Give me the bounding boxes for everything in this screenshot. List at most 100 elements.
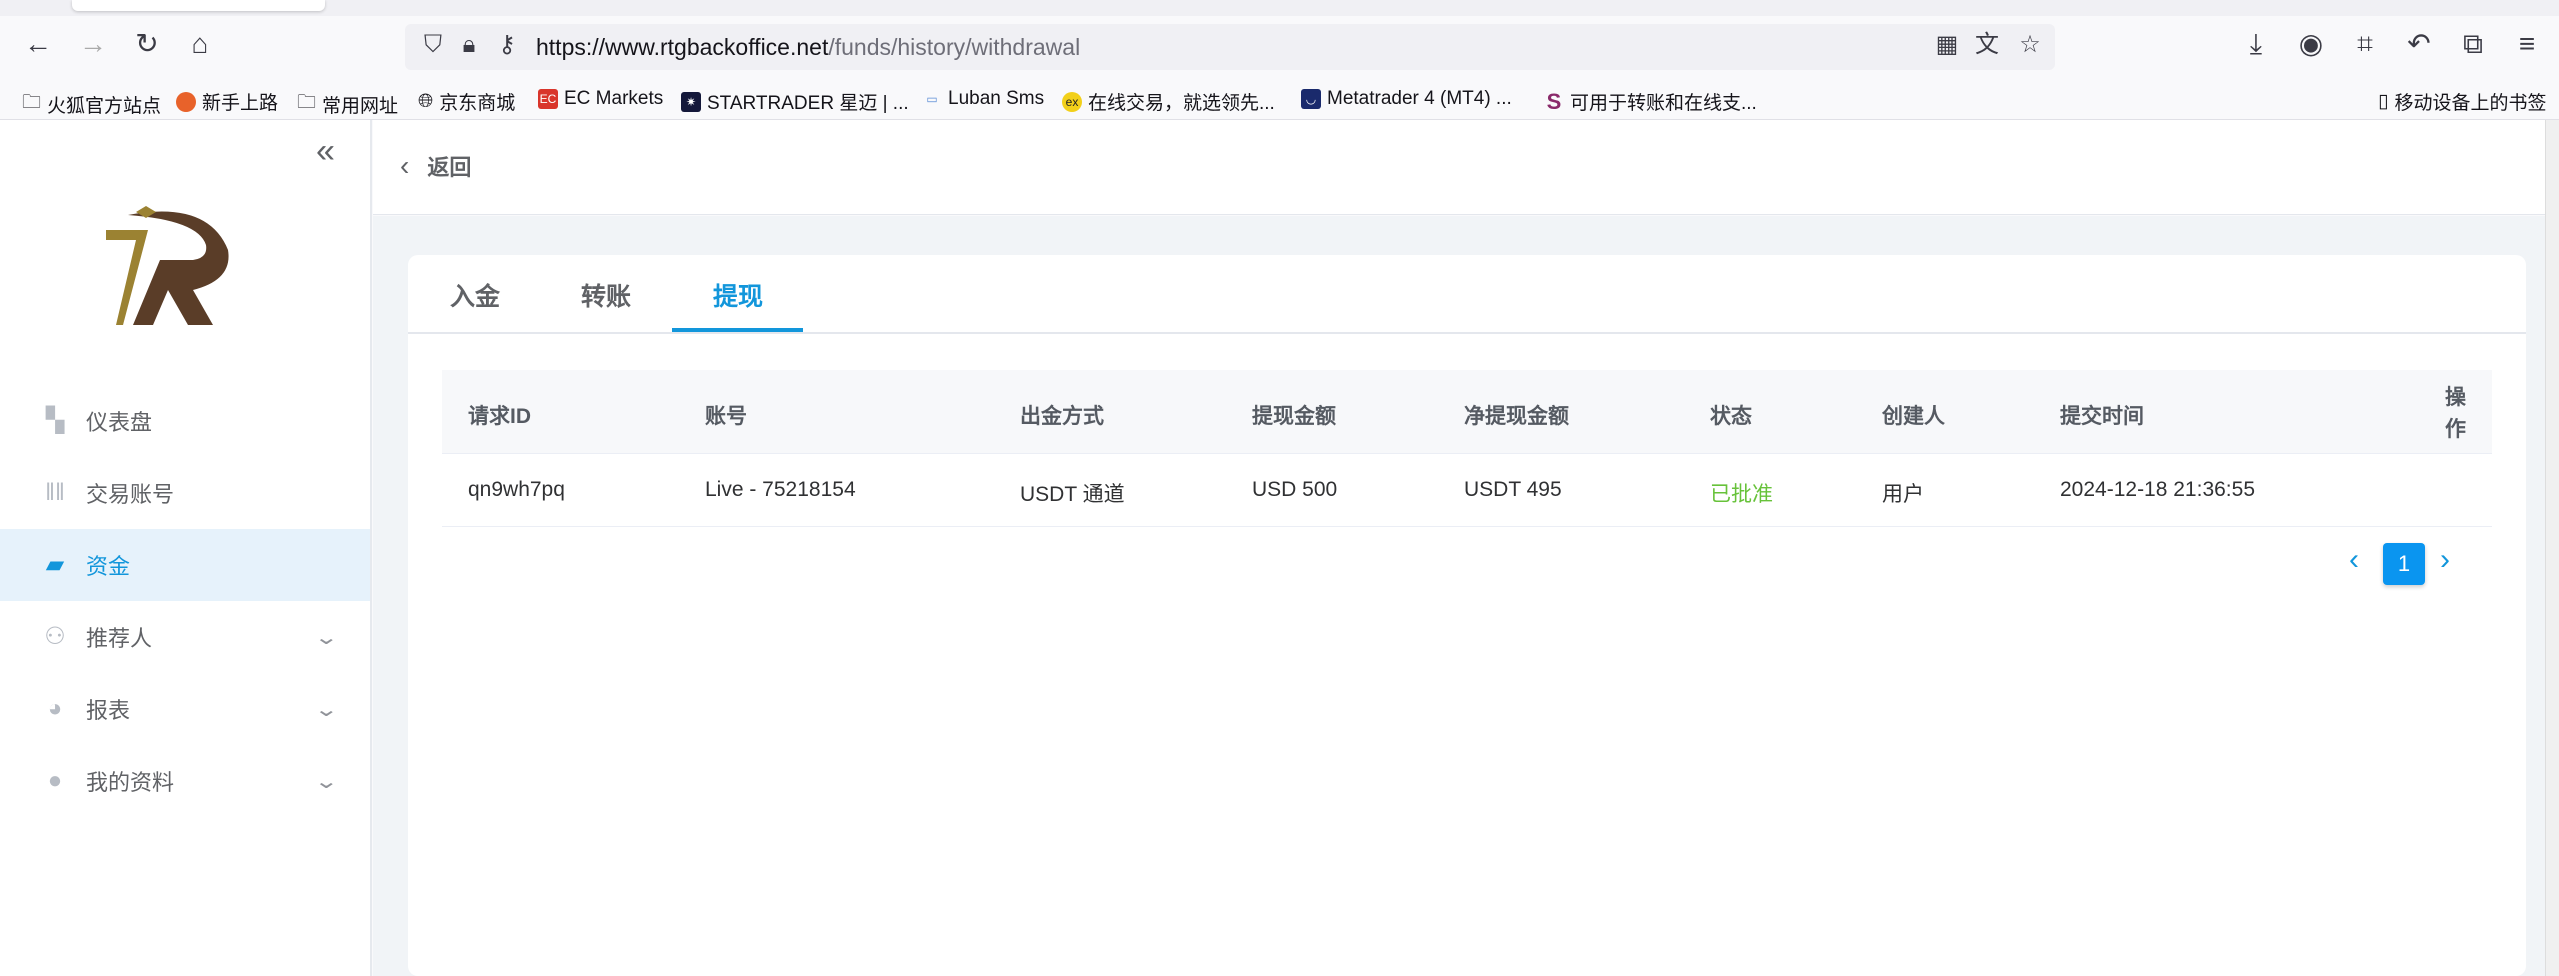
request-id: qn9wh7pq <box>468 478 565 501</box>
tab-transfer[interactable]: 转账 <box>581 277 631 313</box>
star-icon[interactable]: ☆ <box>2010 33 2050 57</box>
lock-icon[interactable]: 🔒︎ <box>449 33 489 57</box>
table-row: qn9wh7pq Live - 75218154 USDT 通道 USD 500… <box>442 454 2492 527</box>
bookmark-label: 京东商城 <box>439 93 516 114</box>
account: Live - 75218154 <box>705 478 856 501</box>
s-logo-icon: S <box>1546 88 1562 114</box>
chevron-down-icon[interactable]: ⌄ <box>314 769 339 794</box>
ex-icon: ex <box>1062 91 1082 112</box>
sidebar-item-trading-accounts[interactable]: ǁǁ 交易账号 <box>0 457 370 529</box>
sidebar-item-profile[interactable]: ● 我的资料 ⌄ <box>0 745 370 817</box>
chevron-down-icon[interactable]: ⌄ <box>314 625 339 650</box>
bookmark-label: 在线交易，就选领先... <box>1088 93 1275 114</box>
mobile-bookmarks[interactable]: ▯ 移动设备上的书签 <box>2378 88 2546 115</box>
shield-icon[interactable]: ⛉ <box>413 33 453 57</box>
column-header: 出金方式 <box>1020 405 1104 428</box>
sidebar-item-referrers[interactable]: ⚇ 推荐人 ⌄ <box>0 601 370 673</box>
address-bar[interactable]: ⛉ 🔒︎ ⚷ https://www.rtgbackoffice.net/fun… <box>405 24 2055 70</box>
extensions-icon[interactable]: ⧉ <box>2453 30 2493 58</box>
withdrawal-amount: USD 500 <box>1252 478 1338 501</box>
bookmark-item[interactable]: 新手上路 <box>176 88 278 115</box>
column-header: 提交时间 <box>2060 405 2144 428</box>
translate-icon[interactable]: 文 <box>1967 33 2007 57</box>
history-card: 入金 转账 提现 请求ID 账号 出金方式 提现金额 净提现金额 状态 创建人 … <box>408 255 2526 976</box>
prev-page-icon[interactable]: ‹ <box>2349 543 2359 577</box>
forward-icon[interactable]: → <box>73 30 113 58</box>
globe-icon: 🌐︎ <box>418 90 434 112</box>
bookmark-item[interactable]: ✷ STARTRADER 星迈 | ... <box>681 88 909 115</box>
back-icon[interactable]: ← <box>18 30 58 58</box>
net-amount: USDT 495 <box>1464 478 1562 501</box>
page-button[interactable]: 1 <box>2383 543 2425 585</box>
bookmark-label: Luban Sms <box>948 88 1045 109</box>
bookmarks-bar: 🗀 火狐官方站点 新手上路 🗀 常用网址 🌐︎ 京东商城 EC EC Markets ✷… <box>0 80 2559 120</box>
browser-tab[interactable] <box>72 0 325 11</box>
user-icon: ● <box>47 767 63 794</box>
qr-code-icon[interactable]: ▦ <box>1927 33 1967 57</box>
ec-markets-icon: EC <box>538 89 558 109</box>
bookmark-label: Metatrader 4 (MT4) ... <box>1327 88 1512 109</box>
next-page-icon[interactable]: › <box>2440 543 2450 577</box>
bookmark-item[interactable]: S 可用于转账和在线支... <box>1544 88 1757 115</box>
url-text[interactable]: https://www.rtgbackoffice.net/funds/hist… <box>536 34 1080 61</box>
column-header: 操作 <box>2445 386 2466 441</box>
bookmark-label: STARTRADER 星迈 | ... <box>707 93 909 114</box>
url-domain: https://www.rtgbackoffice.net <box>536 34 829 60</box>
sidebar: « ▚ 仪表盘 ǁǁ 交易账号 ▰ 资金 ⚇ 推荐人 ⌄ ◕ 报表 ⌄ ● 我的资料 ⌄ <box>0 120 372 976</box>
bookmark-item[interactable]: 🗀 火狐官方站点 <box>22 88 161 120</box>
back-button[interactable]: ‹ 返回 <box>400 150 471 182</box>
folder-icon: 🗀 <box>297 92 317 113</box>
bookmark-label: 移动设备上的书签 <box>2394 93 2547 114</box>
column-header: 请求ID <box>468 405 531 428</box>
sidebar-item-label: 报表 <box>86 698 131 723</box>
tab-divider <box>408 332 2526 334</box>
sidebar-item-funds[interactable]: ▰ 资金 <box>0 529 370 601</box>
bookmark-label: 常用网址 <box>322 95 399 117</box>
sidebar-item-dashboard[interactable]: ▚ 仪表盘 <box>0 385 370 457</box>
browser-tab-strip <box>0 0 2559 16</box>
bookmark-label: EC Markets <box>564 88 664 109</box>
wallet-icon: ▰ <box>45 551 65 578</box>
chat-icon: ▭ <box>926 92 938 106</box>
reload-icon[interactable]: ↻ <box>127 30 167 58</box>
withdrawal-method: USDT 通道 <box>1020 483 1125 506</box>
scrollbar[interactable] <box>2545 120 2559 976</box>
bookmark-item[interactable]: ex 在线交易，就选领先... <box>1062 88 1275 115</box>
chevron-down-icon[interactable]: ⌄ <box>314 697 339 722</box>
users-icon: ⚇ <box>44 623 66 650</box>
bookmark-item[interactable]: EC EC Markets <box>538 88 663 110</box>
undo-icon[interactable]: ↶ <box>2399 30 2439 58</box>
metatrader-icon: ◡ <box>1301 89 1321 109</box>
bookmark-item[interactable]: 🌐︎ 京东商城 <box>418 88 515 115</box>
dashboard-icon: ▚ <box>45 407 65 434</box>
active-tab-indicator <box>672 328 803 332</box>
collapse-sidebar-icon[interactable]: « <box>316 132 335 171</box>
sidebar-item-label: 交易账号 <box>86 482 175 507</box>
column-header: 创建人 <box>1882 405 1945 428</box>
status-badge: 已批准 <box>1710 483 1773 506</box>
menu-icon[interactable]: ≡ <box>2507 30 2547 58</box>
account-icon[interactable]: ◉ <box>2291 30 2331 58</box>
tab-withdrawal[interactable]: 提现 <box>713 277 763 313</box>
startrader-icon: ✷ <box>681 91 701 112</box>
table-header: 请求ID 账号 出金方式 提现金额 净提现金额 状态 创建人 提交时间 操作 <box>442 370 2492 454</box>
home-icon[interactable]: ⌂ <box>180 30 220 58</box>
bookmark-label: 可用于转账和在线支... <box>1570 93 1757 114</box>
bookmark-item[interactable]: 🗀 常用网址 <box>297 88 398 120</box>
candlestick-icon: ǁǁ <box>45 479 65 506</box>
sidebar-item-label: 推荐人 <box>86 626 153 651</box>
bookmark-label: 新手上路 <box>202 93 279 114</box>
crop-icon[interactable]: ⌗ <box>2345 30 2385 58</box>
bookmark-item[interactable]: ◡ Metatrader 4 (MT4) ... <box>1301 88 1512 110</box>
tab-deposit[interactable]: 入金 <box>450 277 500 313</box>
sidebar-item-reports[interactable]: ◕ 报表 ⌄ <box>0 673 370 745</box>
firefox-icon <box>176 91 196 112</box>
bookmark-item[interactable]: ▭ Luban Sms <box>922 88 1044 110</box>
sidebar-item-label: 仪表盘 <box>86 410 153 435</box>
rtg-logo <box>106 206 229 325</box>
bookmark-label: 火狐官方站点 <box>47 95 162 117</box>
key-icon[interactable]: ⚷ <box>487 33 527 57</box>
sidebar-item-label: 资金 <box>86 554 131 579</box>
download-icon[interactable]: ⤓ <box>2236 30 2276 58</box>
column-header: 状态 <box>1710 405 1752 428</box>
